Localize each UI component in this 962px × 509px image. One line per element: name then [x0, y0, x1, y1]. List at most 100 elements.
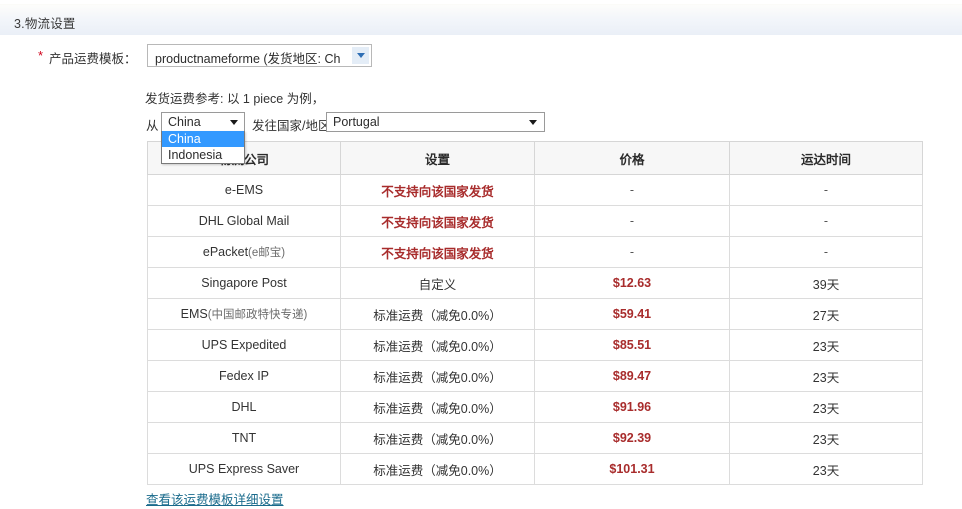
cell-price: -	[534, 174, 730, 206]
cell-delivery-time: 23天	[729, 422, 923, 454]
delivery-time-value: -	[823, 214, 829, 228]
cell-setting: 标准运费（减免0.0%）	[340, 422, 535, 454]
price-value: $12.63	[612, 276, 652, 290]
carrier-name: DHL Global Mail	[198, 214, 290, 228]
destination-select[interactable]: Portugal	[326, 112, 545, 132]
setting-value: 标准运费（减免0.0%）	[373, 401, 502, 416]
shipping-rates-table: 物流公司 设置 价格 运达时间 e-EMS不支持向该国家发货--DHL Glob…	[147, 141, 923, 485]
price-value: -	[629, 245, 635, 259]
cell-price: $89.47	[534, 360, 730, 392]
price-value: $91.96	[612, 400, 652, 414]
cell-carrier: EMS(中国邮政特快专递)	[147, 298, 341, 330]
shipping-template-select[interactable]: productnameforme (发货地区: China	[147, 44, 372, 67]
cell-price: -	[534, 236, 730, 268]
chevron-down-icon	[230, 120, 238, 125]
origin-option-china[interactable]: China	[162, 131, 244, 147]
cell-carrier: e-EMS	[147, 174, 341, 206]
origin-select-value: China	[168, 115, 201, 129]
cell-setting: 自定义	[340, 267, 535, 299]
origin-label: 从	[146, 119, 159, 133]
delivery-time-value: 23天	[812, 401, 840, 416]
table-row: Fedex IP 标准运费（减免0.0%） $89.47 23天	[147, 360, 923, 392]
carrier-name: Singapore Post	[201, 276, 287, 290]
carrier-name: EMS	[180, 307, 208, 321]
carrier-name: DHL	[231, 400, 257, 414]
setting-value: 标准运费（减免0.0%）	[373, 339, 502, 354]
cell-carrier: DHL Global Mail	[147, 205, 341, 237]
price-value: $89.47	[612, 369, 652, 383]
cell-price: $85.51	[534, 329, 730, 361]
table-body: e-EMS 不支持向该国家发货 - - DHL Global Mail 不支持向该国家发货…	[147, 174, 923, 485]
table-row: ePacket(e邮宝) 不支持向该国家发货 - -	[147, 236, 923, 268]
table-row: EMS(中国邮政特快专递) 标准运费（减免0.0%） $59.41 27天	[147, 298, 923, 330]
carrier-name: ePacket	[202, 245, 249, 259]
cell-price: $91.96	[534, 391, 730, 423]
setting-value: 不支持向该国家发货	[381, 215, 494, 230]
required-asterisk: *	[38, 48, 44, 63]
setting-value: 不支持向该国家发货	[381, 184, 494, 199]
delivery-time-value: -	[823, 245, 829, 259]
price-value: $101.31	[609, 462, 655, 476]
cell-delivery-time: -	[729, 205, 923, 237]
cell-setting: 不支持向该国家发货	[340, 174, 535, 206]
chevron-down-icon	[529, 120, 537, 125]
price-value: -	[629, 183, 635, 197]
cell-setting: 标准运费（减免0.0%）	[340, 453, 535, 485]
cell-delivery-time: 23天	[729, 391, 923, 423]
carrier-name-sub: (中国邮政特快专递)	[207, 309, 308, 321]
cell-price: $101.31	[534, 453, 730, 485]
delivery-time-value: 23天	[812, 463, 840, 478]
cell-carrier: DHL	[147, 391, 341, 423]
delivery-time-value: 27天	[812, 308, 840, 323]
setting-value: 自定义	[418, 277, 457, 292]
price-value: $85.51	[612, 338, 652, 352]
cell-setting: 标准运费（减免0.0%）	[340, 329, 535, 361]
table-header-row: 物流公司 设置 价格 运达时间	[147, 141, 923, 175]
table-row: UPS Express Saver 标准运费（减免0.0%） $101.31 23天	[147, 453, 923, 485]
delivery-time-value: 23天	[812, 339, 840, 354]
cell-carrier: Fedex IP	[147, 360, 341, 392]
cell-price: $92.39	[534, 422, 730, 454]
chevron-down-icon[interactable]	[352, 47, 369, 64]
table-row: TNT 标准运费（减免0.0%） $92.39 23天	[147, 422, 923, 454]
cell-carrier: UPS Expedited	[147, 329, 341, 361]
carrier-name: UPS Express Saver	[188, 462, 300, 476]
section-header-band: 3.物流设置	[0, 4, 962, 35]
shipping-template-row: * 产品运费模板： productnameforme (发货地区: China	[0, 44, 962, 70]
origin-select-dropdown[interactable]: China Indonesia	[161, 131, 245, 164]
origin-select[interactable]: China	[161, 112, 245, 132]
cell-delivery-time: 23天	[729, 329, 923, 361]
cell-delivery-time: 27天	[729, 298, 923, 330]
setting-value: 标准运费（减免0.0%）	[373, 370, 502, 385]
cell-carrier: Singapore Post	[147, 267, 341, 299]
shipping-template-value: productnameforme (发货地区: China	[155, 52, 341, 66]
page-title: 3.物流设置	[14, 17, 76, 31]
cell-setting: 标准运费（减免0.0%）	[340, 360, 535, 392]
cell-setting: 标准运费（减免0.0%）	[340, 298, 535, 330]
shipping-template-label: 产品运费模板：	[49, 52, 137, 66]
shipping-reference-text: 发货运费参考: 以 1 piece 为例，	[145, 92, 325, 106]
setting-value: 标准运费（减免0.0%）	[373, 432, 502, 447]
origin-option-indonesia[interactable]: Indonesia	[162, 147, 244, 163]
destination-label: 发往国家/地区	[252, 119, 331, 133]
table-row: UPS Expedited 标准运费（减免0.0%） $85.51 23天	[147, 329, 923, 361]
cell-carrier: TNT	[147, 422, 341, 454]
cell-price: -	[534, 205, 730, 237]
price-value: $92.39	[612, 431, 652, 445]
price-value: -	[629, 214, 635, 228]
column-header-setting: 设置	[340, 141, 535, 175]
view-template-detail-link[interactable]: 查看该运费模板详细设置	[146, 489, 284, 508]
delivery-time-value: 39天	[812, 277, 840, 292]
table-row: e-EMS 不支持向该国家发货 - -	[147, 174, 923, 206]
price-value: $59.41	[612, 307, 652, 321]
cell-price: $12.63	[534, 267, 730, 299]
cell-setting: 标准运费（减免0.0%）	[340, 391, 535, 423]
table-row: DHL Global Mail 不支持向该国家发货 - -	[147, 205, 923, 237]
destination-select-value: Portugal	[333, 115, 380, 129]
cell-carrier: UPS Express Saver	[147, 453, 341, 485]
cell-setting: 不支持向该国家发货	[340, 236, 535, 268]
delivery-time-value: -	[823, 183, 829, 197]
setting-value: 不支持向该国家发货	[381, 246, 494, 261]
cell-delivery-time: 23天	[729, 360, 923, 392]
carrier-name: TNT	[231, 431, 257, 445]
